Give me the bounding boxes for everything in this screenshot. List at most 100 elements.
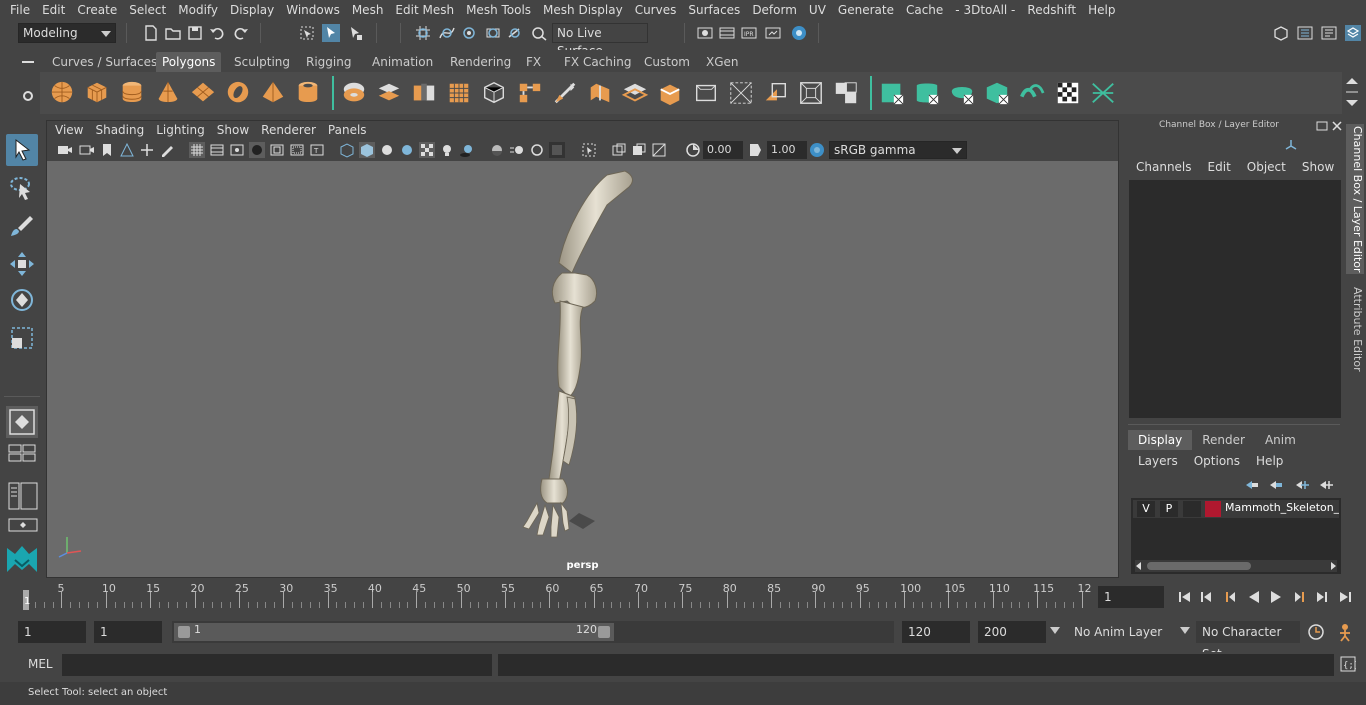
film-gate-icon[interactable]: [209, 142, 225, 158]
shelf-scroll-arrows[interactable]: [1342, 74, 1362, 112]
menu-uv[interactable]: UV: [803, 3, 832, 17]
wedge-icon[interactable]: [762, 80, 790, 106]
ipr-render-icon[interactable]: IPR: [740, 24, 758, 42]
shelf-tab-rendering[interactable]: Rendering: [444, 52, 517, 72]
snap-curve-icon[interactable]: [438, 24, 456, 42]
menu-file[interactable]: File: [4, 3, 36, 17]
step-forward-key-icon[interactable]: [1314, 589, 1330, 605]
render-settings-icon[interactable]: [696, 24, 714, 42]
automatic-map-icon[interactable]: [983, 80, 1011, 106]
default-material-icon[interactable]: [379, 142, 395, 158]
render-frame-icon[interactable]: [718, 24, 736, 42]
command-input[interactable]: [62, 654, 492, 676]
step-forward-frame-icon[interactable]: [1292, 589, 1308, 605]
mammoth-skeleton-model[interactable]: [47, 161, 1120, 577]
menu-mesh-display[interactable]: Mesh Display: [537, 3, 629, 17]
planar-map-icon[interactable]: [878, 80, 906, 106]
snap-live-icon[interactable]: [506, 24, 524, 42]
move-layer-down-icon[interactable]: [1268, 478, 1284, 492]
poly-plane-icon[interactable]: [189, 80, 217, 106]
merge-icon[interactable]: [832, 80, 860, 106]
gamma-field[interactable]: 1.00: [767, 141, 807, 159]
new-layer-icon[interactable]: [1294, 478, 1310, 492]
camera-attributes-icon[interactable]: [79, 142, 95, 158]
shelf-tab-xgen[interactable]: XGen: [700, 52, 745, 72]
shelf-tab-polygons[interactable]: Polygons: [156, 52, 222, 72]
shelf-tab-fx-caching[interactable]: FX Caching: [558, 52, 637, 72]
layer-tab-render[interactable]: Render: [1192, 430, 1255, 450]
separate-icon[interactable]: [375, 80, 403, 106]
two-sided-lighting-icon[interactable]: [651, 142, 667, 158]
menu-mesh[interactable]: Mesh: [346, 3, 390, 17]
depth-of-field-icon[interactable]: [549, 142, 565, 158]
viewport-menu-renderer[interactable]: Renderer: [255, 123, 322, 137]
channel-box-menu-object[interactable]: Object: [1239, 160, 1294, 174]
snap-view-plane-icon[interactable]: [484, 24, 502, 42]
menu-curves[interactable]: Curves: [629, 3, 683, 17]
viewport-menu-shading[interactable]: Shading: [89, 123, 150, 137]
unfold-icon[interactable]: [1018, 80, 1046, 106]
play-forward-icon[interactable]: [1268, 589, 1284, 605]
gamma-icon[interactable]: [747, 142, 763, 158]
layer-playback-toggle[interactable]: P: [1160, 501, 1178, 517]
live-surface-field[interactable]: No Live Surface: [552, 23, 648, 58]
move-tool[interactable]: [6, 248, 38, 280]
motion-blur-icon[interactable]: [509, 142, 525, 158]
poly-cone-icon[interactable]: [154, 80, 182, 106]
layer-menu-options[interactable]: Options: [1186, 454, 1248, 468]
rotate-tool[interactable]: [6, 284, 38, 316]
uv-editor-icon[interactable]: [1089, 80, 1117, 106]
script-language-toggle[interactable]: MEL: [28, 657, 53, 671]
move-layer-up-icon[interactable]: [1244, 478, 1260, 492]
menu-create[interactable]: Create: [71, 3, 123, 17]
shelf-tab-animation[interactable]: Animation: [366, 52, 439, 72]
attribute-editor-icon[interactable]: [1296, 24, 1314, 42]
menu-help[interactable]: Help: [1082, 3, 1121, 17]
menu-edit-mesh[interactable]: Edit Mesh: [389, 3, 460, 17]
channel-box-menu-edit[interactable]: Edit: [1200, 160, 1239, 174]
step-back-key-icon[interactable]: [1198, 589, 1214, 605]
undo-icon[interactable]: [208, 24, 226, 42]
open-scene-icon[interactable]: [164, 24, 182, 42]
ambient-occlusion-icon[interactable]: [489, 142, 505, 158]
menu-cache[interactable]: Cache: [900, 3, 949, 17]
combine-icon[interactable]: [340, 80, 368, 106]
layer-name[interactable]: Mammoth_Skeleton_C: [1225, 501, 1339, 514]
bevel-icon[interactable]: [692, 80, 720, 106]
menu-mesh-tools[interactable]: Mesh Tools: [460, 3, 537, 17]
scroll-left-icon[interactable]: [1135, 562, 1143, 570]
menu-redshift[interactable]: Redshift: [1021, 3, 1082, 17]
scale-tool[interactable]: [6, 322, 38, 354]
3d-viewport[interactable]: persp: [47, 161, 1118, 577]
extrude-icon[interactable]: [656, 80, 684, 106]
auto-key-icon[interactable]: [1306, 622, 1326, 642]
poly-sphere-icon[interactable]: [48, 80, 76, 106]
step-back-frame-icon[interactable]: [1222, 589, 1238, 605]
menu-deform[interactable]: Deform: [746, 3, 803, 17]
smooth-shade-icon[interactable]: [359, 142, 375, 158]
channel-box-list[interactable]: [1129, 180, 1341, 418]
range-end-handle[interactable]: [598, 626, 610, 638]
shelf-settings-gear-icon[interactable]: [22, 90, 34, 102]
tool-settings-icon[interactable]: [1320, 24, 1338, 42]
offset-edge-loop-icon[interactable]: [621, 80, 649, 106]
viewport-menu-panels[interactable]: Panels: [322, 123, 373, 137]
image-plane-icon[interactable]: [119, 142, 135, 158]
field-chart-icon[interactable]: [269, 142, 285, 158]
redo-icon[interactable]: [232, 24, 250, 42]
channel-box-menu-channels[interactable]: Channels: [1128, 160, 1200, 174]
channel-box-icon[interactable]: [1344, 24, 1362, 42]
2d-pan-zoom-icon[interactable]: [139, 142, 155, 158]
animation-start-field[interactable]: 1: [18, 621, 86, 643]
menu-surfaces[interactable]: Surfaces: [682, 3, 746, 17]
wireframe-icon[interactable]: [339, 142, 355, 158]
character-set-dropdown-arrow-icon[interactable]: [1180, 627, 1190, 635]
boolean-icon[interactable]: [480, 80, 508, 106]
menu-select[interactable]: Select: [123, 3, 172, 17]
fill-hole-icon[interactable]: [797, 80, 825, 106]
script-editor-icon[interactable]: {;}: [1340, 656, 1356, 672]
float-panel-icon[interactable]: [1316, 121, 1328, 131]
current-frame-field[interactable]: 1: [1098, 586, 1164, 608]
shelf-tab-sculpting[interactable]: Sculpting: [228, 52, 296, 72]
shadows-icon[interactable]: [459, 142, 475, 158]
